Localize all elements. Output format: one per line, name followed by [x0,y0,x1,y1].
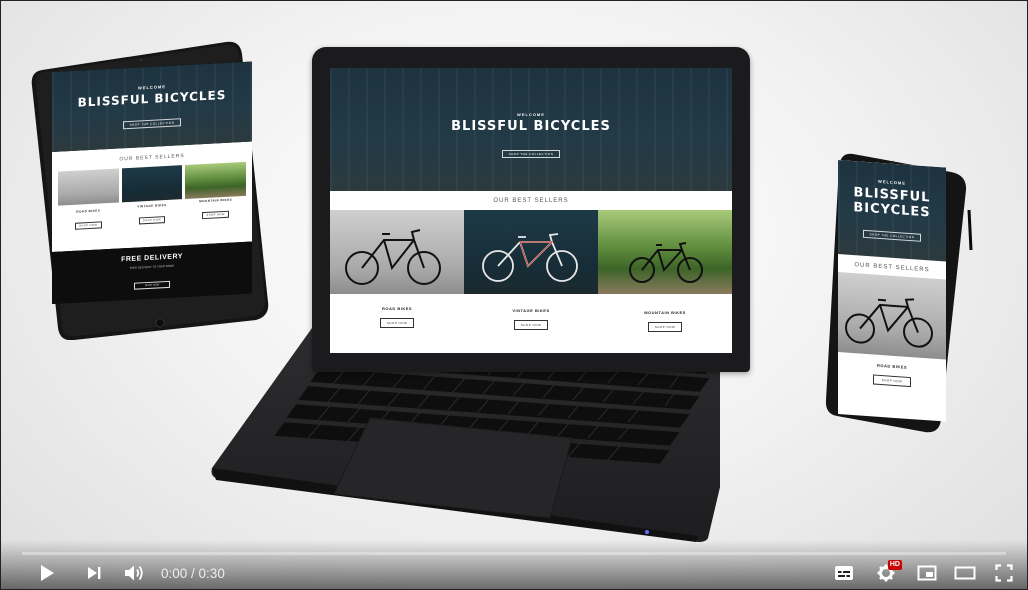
bike-illustration [345,229,441,285]
tablet-hero: WELCOME BLISSFUL BICYCLES SHOP THE COLLE… [52,61,252,152]
laptop-product-card: VINTAGE BIKES SHOP NOW [464,210,598,333]
product-label: VINTAGE BIKES [137,202,167,209]
product-label: VINTAGE BIKES [512,308,550,313]
bike-photo [58,168,119,206]
miniplayer-icon [917,565,937,581]
theater-mode-button[interactable] [952,560,978,586]
laptop-hero: WELCOME BLISSFUL BICYCLES SHOP THE COLLE… [330,68,732,191]
laptop-best-sellers: OUR BEST SELLERS [493,198,569,204]
laptop-product-grid: ROAD BIKES SHOP NOW VINTAGE BIKES SHOP N… [330,210,732,333]
tablet-delivery-section: FREE DELIVERY FREE DELIVERY TO YOUR DOOR… [52,241,252,304]
tablet-screen: WELCOME BLISSFUL BICYCLES SHOP THE COLLE… [52,61,252,304]
play-button[interactable] [34,560,60,586]
delivery-button: SHOP NOW [133,280,171,290]
time-display: 0:00 / 0:30 [161,560,225,586]
shop-now-button: SHOP NOW [872,374,912,388]
bike-photo [185,161,247,200]
bike-photo [838,272,946,360]
fullscreen-icon [995,564,1013,582]
product-label: ROAD BIKES [381,306,413,311]
bike-illustration [482,233,578,282]
phone-hero: WELCOME BLISSFUL BICYCLES SHOP THE COLLE… [838,160,946,262]
volume-icon [125,565,143,581]
laptop-brand-title: BLISSFUL BICYCLES [451,119,611,134]
phone-screen: WELCOME BLISSFUL BICYCLES SHOP THE COLLE… [838,160,946,422]
tablet-product-card: ROAD BIKES SHOP NOW [58,168,119,233]
laptop-screen: WELCOME BLISSFUL BICYCLES SHOP THE COLLE… [330,68,732,353]
bike-illustration [629,242,703,283]
product-label: ROAD BIKES [76,208,101,214]
subtitles-icon [835,566,853,580]
shop-now-button: SHOP NOW [379,318,415,328]
laptop-product-card: ROAD BIKES SHOP NOW [330,210,464,333]
hd-badge: HD [887,560,902,570]
shop-now-button: SHOP NOW [647,322,683,332]
tablet-product-card: VINTAGE BIKES SHOP NOW [121,165,183,229]
subtitles-button[interactable] [832,560,856,586]
laptop-hero-button: SHOP THE COLLECTION [501,150,561,158]
volume-button[interactable] [120,560,148,586]
next-button[interactable] [82,560,106,586]
time-separator: / [187,565,199,581]
next-icon [88,567,101,579]
product-label: MOUNTAIN BIKES [644,310,686,315]
laptop-product-card: MOUNTAIN BIKES SHOP NOW [598,210,732,333]
theater-icon [954,566,976,580]
bike-photo [464,210,598,294]
tablet-product-card: MOUNTAIN BIKES SHOP NOW [185,161,247,226]
bike-photo [330,210,464,294]
settings-button[interactable]: HD [874,560,902,586]
shop-now-button: SHOP NOW [202,210,229,220]
video-player[interactable]: WELCOME BLISSFUL BICYCLES SHOP THE COLLE… [0,0,1028,590]
current-time: 0:00 [161,565,188,581]
fullscreen-button[interactable] [992,560,1016,586]
player-controls: 0:00 / 0:30 HD [0,540,1028,590]
shop-now-button: SHOP NOW [138,216,166,225]
bike-photo [121,165,183,203]
bike-illustration [845,298,933,348]
bike-photo [598,210,732,294]
product-label: ROAD BIKES [876,362,908,370]
shop-now-button: SHOP NOW [75,221,102,230]
miniplayer-button[interactable] [914,560,940,586]
laptop-welcome: WELCOME [517,112,545,117]
progress-bar[interactable] [22,552,1006,555]
shop-now-button: SHOP NOW [513,320,549,330]
duration: 0:30 [198,565,225,581]
play-icon [41,565,54,581]
